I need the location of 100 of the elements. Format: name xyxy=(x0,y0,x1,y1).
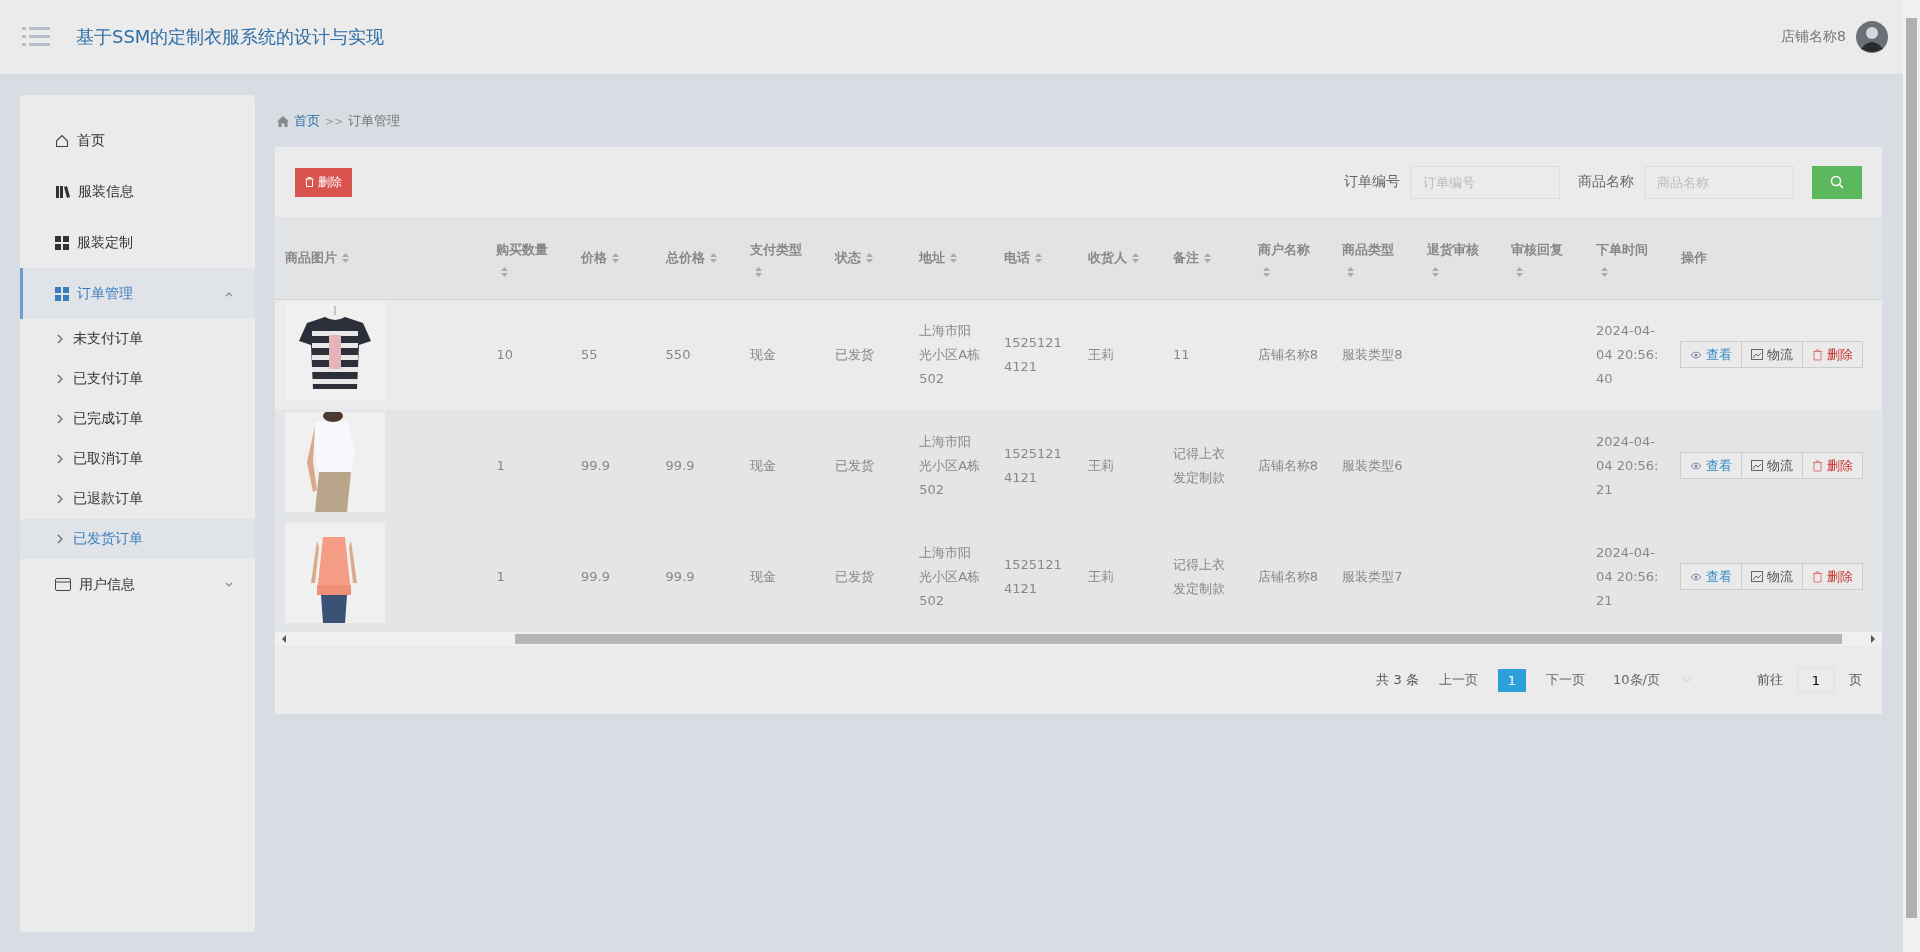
table-cell: 550 xyxy=(665,346,691,362)
sort-icon[interactable] xyxy=(864,252,874,265)
view-button[interactable]: 查看 xyxy=(1679,563,1742,590)
nav-item[interactable]: 服装信息 xyxy=(20,166,255,217)
table-cell: 记得上衣发定制款 xyxy=(1173,445,1226,485)
search-icon xyxy=(1830,175,1844,189)
column-header: 商品类型 xyxy=(1342,242,1395,258)
breadcrumb-link[interactable]: 首页 xyxy=(294,112,320,130)
sort-icon[interactable] xyxy=(1599,265,1609,278)
sort-icon[interactable] xyxy=(1033,252,1043,265)
nav-item[interactable]: 用户信息 xyxy=(20,559,255,610)
breadcrumb-separator: >> xyxy=(325,114,344,128)
vertical-scrollbar[interactable] xyxy=(1903,0,1920,952)
chevron-right-icon xyxy=(55,373,65,385)
sort-icon[interactable] xyxy=(1430,265,1440,278)
nav-subitem[interactable]: 已取消订单 xyxy=(20,439,255,479)
page-size-select[interactable]: 10条/页 xyxy=(1613,671,1713,689)
goto-label: 前往 xyxy=(1757,671,1783,689)
table-cell: 上海市阳光小区A栋502 xyxy=(919,322,981,386)
search-button[interactable] xyxy=(1812,165,1862,199)
scroll-right-icon[interactable] xyxy=(1870,635,1876,643)
avatar[interactable] xyxy=(1856,21,1888,53)
grid-icon xyxy=(55,235,69,250)
column-header: 地址 xyxy=(919,249,946,265)
column-header: 审核回复 xyxy=(1511,242,1564,258)
table-cell: 15251214121 xyxy=(1003,556,1062,596)
table-cell: 99.9 xyxy=(665,568,695,584)
column-header: 操作 xyxy=(1680,249,1707,265)
table-cell: 99.9 xyxy=(581,457,610,473)
image-icon xyxy=(1750,349,1763,361)
sort-icon[interactable] xyxy=(1203,252,1213,265)
logistics-button[interactable]: 物流 xyxy=(1740,452,1803,479)
table-cell: 2024-04-04 20:56:21 xyxy=(1595,544,1659,608)
menu-icon[interactable] xyxy=(22,26,50,48)
home-icon xyxy=(55,133,69,148)
table-cell: 上海市阳光小区A栋502 xyxy=(919,544,981,608)
next-page-link[interactable]: 下一页 xyxy=(1540,670,1591,690)
delete-button[interactable]: 删除 xyxy=(1801,341,1863,369)
prev-page-link[interactable]: 上一页 xyxy=(1433,670,1484,690)
scroll-left-icon[interactable] xyxy=(281,635,287,643)
logistics-button[interactable]: 物流 xyxy=(1740,563,1803,590)
table-cell: 55 xyxy=(581,346,598,362)
table-cell: 上海市阳光小区A栋502 xyxy=(919,433,981,497)
table-cell: 记得上衣发定制款 xyxy=(1173,556,1226,596)
nav-subitem[interactable]: 已退款订单 xyxy=(20,479,255,519)
delete-button[interactable]: 删除 xyxy=(1801,452,1863,479)
column-header: 备注 xyxy=(1173,249,1200,265)
sort-icon[interactable] xyxy=(341,252,350,265)
table-cell: 店铺名称8 xyxy=(1257,457,1318,473)
table-cell: 已发货 xyxy=(834,346,874,362)
trash-icon xyxy=(1811,570,1823,583)
nav-subitem[interactable]: 已完成订单 xyxy=(20,399,255,439)
nav-subitem[interactable]: 未支付订单 xyxy=(20,319,255,359)
column-header: 电话 xyxy=(1003,249,1030,265)
table-cell: 已发货 xyxy=(834,457,874,473)
sort-icon[interactable] xyxy=(1346,265,1356,278)
sort-icon[interactable] xyxy=(949,252,959,265)
table-cell: 服装类型7 xyxy=(1342,568,1403,584)
delete-button[interactable]: 删除 xyxy=(295,167,352,197)
sort-icon[interactable] xyxy=(1261,265,1271,278)
column-header: 商户名称 xyxy=(1257,242,1310,258)
table-cell: 1 xyxy=(496,568,505,584)
sort-icon[interactable] xyxy=(708,252,718,265)
trash-icon xyxy=(305,177,314,187)
column-header: 退货审核 xyxy=(1426,242,1479,258)
sort-icon[interactable] xyxy=(500,265,510,278)
filter-label: 订单编号 xyxy=(1344,173,1400,191)
nav-item[interactable]: 订单管理 xyxy=(20,268,255,319)
sort-icon[interactable] xyxy=(754,265,764,278)
table-cell: 店铺名称8 xyxy=(1257,346,1318,362)
sort-icon[interactable] xyxy=(611,252,620,265)
app-title: 基于SSM的定制衣服系统的设计与实现 xyxy=(76,25,386,49)
filter-label: 商品名称 xyxy=(1578,173,1634,191)
table-cell: 已发货 xyxy=(834,568,874,584)
table-cell: 15251214121 xyxy=(1003,334,1062,374)
table-cell: 服装类型6 xyxy=(1342,457,1403,473)
table-cell: 店铺名称8 xyxy=(1257,568,1318,584)
sort-icon[interactable] xyxy=(1515,265,1525,278)
user-name[interactable]: 店铺名称8 xyxy=(1781,28,1846,46)
home-icon xyxy=(277,115,289,127)
nav-item[interactable]: 服装定制 xyxy=(20,217,255,268)
view-button[interactable]: 查看 xyxy=(1679,341,1742,369)
chevron-right-icon xyxy=(55,493,65,505)
page-unit: 页 xyxy=(1849,671,1862,689)
page-button[interactable]: 1 xyxy=(1498,668,1526,692)
page-input[interactable]: 1 xyxy=(1797,667,1835,693)
nav-subitem[interactable]: 已支付订单 xyxy=(20,359,255,399)
trash-icon xyxy=(1811,459,1823,472)
sort-icon[interactable] xyxy=(1131,252,1141,265)
horizontal-scrollbar[interactable] xyxy=(275,632,1882,646)
logistics-button[interactable]: 物流 xyxy=(1740,341,1803,369)
view-button[interactable]: 查看 xyxy=(1679,452,1742,479)
table-cell: 王莉 xyxy=(1088,346,1115,362)
table-cell: 99.9 xyxy=(665,457,695,473)
column-header: 支付类型 xyxy=(750,242,803,258)
delete-button[interactable]: 删除 xyxy=(1801,563,1863,590)
card-icon xyxy=(55,578,71,591)
table-cell: 2024-04-04 20:56:40 xyxy=(1595,322,1659,386)
nav-subitem[interactable]: 已发货订单 xyxy=(20,519,255,559)
nav-item[interactable]: 首页 xyxy=(20,115,255,166)
